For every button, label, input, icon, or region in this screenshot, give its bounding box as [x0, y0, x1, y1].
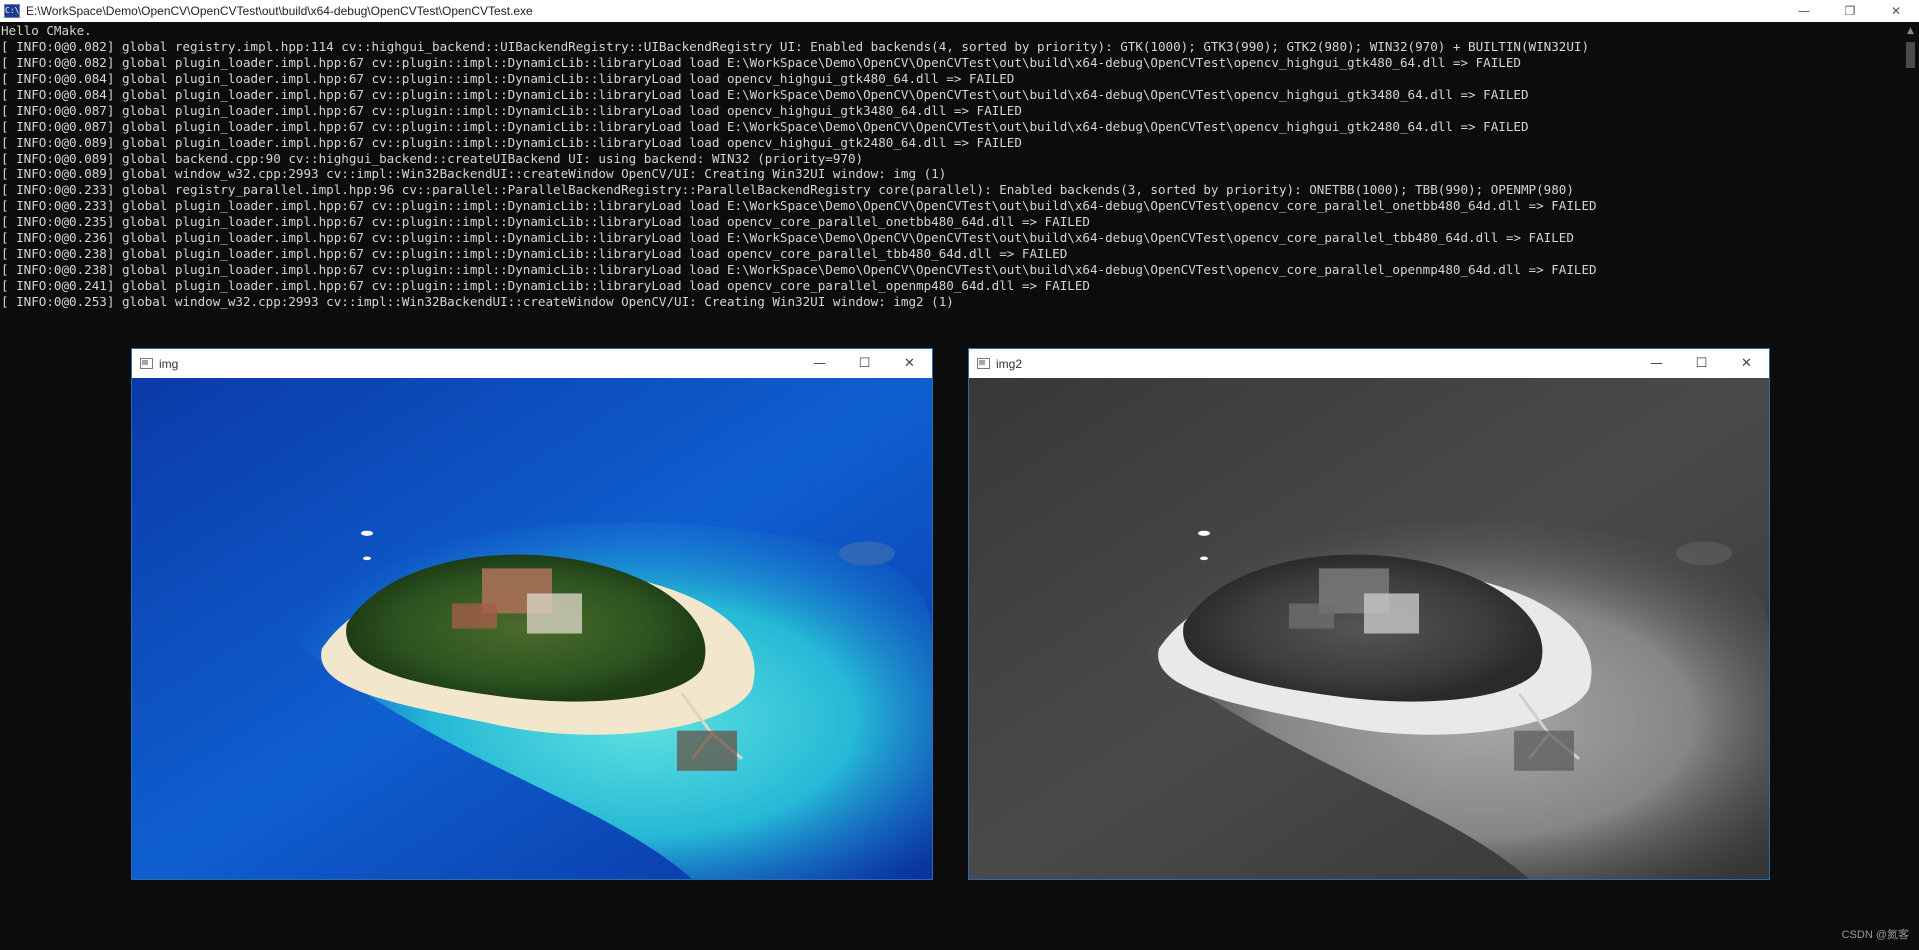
image-window-img[interactable]: img — ☐ ✕	[131, 348, 933, 880]
restore-button[interactable]: ❐	[1827, 0, 1873, 22]
console-line: [ INFO:0@0.087] global plugin_loader.imp…	[1, 102, 1022, 118]
console-line: [ INFO:0@0.082] global plugin_loader.imp…	[1, 54, 1521, 70]
island-image	[132, 378, 932, 879]
image-window-icon	[140, 358, 153, 369]
console-line: [ INFO:0@0.235] global plugin_loader.imp…	[1, 214, 1090, 230]
grayscale-island-photo	[969, 378, 1769, 879]
console-line: [ INFO:0@0.233] global plugin_loader.imp…	[1, 198, 1597, 214]
color-island-photo	[132, 378, 932, 879]
img-close-button[interactable]: ✕	[887, 349, 932, 378]
img2-maximize-button[interactable]: ☐	[1679, 349, 1724, 378]
image-window-img2[interactable]: img2 — ☐ ✕	[968, 348, 1770, 880]
watermark: CSDN @氮客	[1841, 929, 1909, 941]
console-line: [ INFO:0@0.089] global window_w32.cpp:29…	[1, 166, 947, 182]
console-line: [ INFO:0@0.082] global registry.impl.hpp…	[1, 38, 1590, 54]
console-line: [ INFO:0@0.236] global plugin_loader.imp…	[1, 230, 1574, 246]
console-line: [ INFO:0@0.238] global plugin_loader.imp…	[1, 262, 1597, 278]
console-titlebar[interactable]: C:\ E:\WorkSpace\Demo\OpenCV\OpenCVTest\…	[0, 0, 1919, 22]
img-window-titlebar[interactable]: img — ☐ ✕	[132, 349, 932, 378]
console-window-title: E:\WorkSpace\Demo\OpenCV\OpenCVTest\out\…	[26, 4, 533, 18]
console-window-controls: — ❐ ✕	[1781, 0, 1919, 22]
island-image-grayscale	[969, 378, 1769, 879]
scrollbar-thumb[interactable]	[1906, 42, 1915, 68]
console-line: [ INFO:0@0.084] global plugin_loader.imp…	[1, 70, 1015, 86]
img-window-controls: — ☐ ✕	[797, 349, 932, 378]
img2-window-title: img2	[996, 356, 1023, 371]
console-line: [ INFO:0@0.089] global plugin_loader.imp…	[1, 134, 1022, 150]
minimize-button[interactable]: —	[1781, 0, 1827, 22]
console-line: [ INFO:0@0.241] global plugin_loader.imp…	[1, 278, 1090, 293]
img-maximize-button[interactable]: ☐	[842, 349, 887, 378]
console-scrollbar[interactable]: ▲	[1902, 22, 1919, 950]
img2-minimize-button[interactable]: —	[1634, 349, 1679, 378]
console-app-icon: C:\	[4, 4, 20, 18]
img-window-title: img	[159, 356, 179, 371]
img2-window-titlebar[interactable]: img2 — ☐ ✕	[969, 349, 1769, 378]
console-line: [ INFO:0@0.089] global backend.cpp:90 cv…	[1, 150, 864, 166]
scroll-up-arrow-icon[interactable]: ▲	[1902, 22, 1919, 39]
console-line: Hello CMake.	[1, 23, 92, 38]
console-line: [ INFO:0@0.233] global registry_parallel…	[1, 182, 1574, 198]
image-window-icon	[977, 358, 990, 369]
console-line: [ INFO:0@0.084] global plugin_loader.imp…	[1, 86, 1529, 102]
close-button[interactable]: ✕	[1873, 0, 1919, 22]
img2-close-button[interactable]: ✕	[1724, 349, 1769, 378]
console-output[interactable]: Hello CMake.[ INFO:0@0.082] global regis…	[1, 23, 1597, 310]
console-line: [ INFO:0@0.253] global window_w32.cpp:29…	[1, 293, 954, 309]
console-line: [ INFO:0@0.087] global plugin_loader.imp…	[1, 118, 1529, 134]
img2-window-controls: — ☐ ✕	[1634, 349, 1769, 378]
console-line: [ INFO:0@0.238] global plugin_loader.imp…	[1, 246, 1068, 262]
img-minimize-button[interactable]: —	[797, 349, 842, 378]
